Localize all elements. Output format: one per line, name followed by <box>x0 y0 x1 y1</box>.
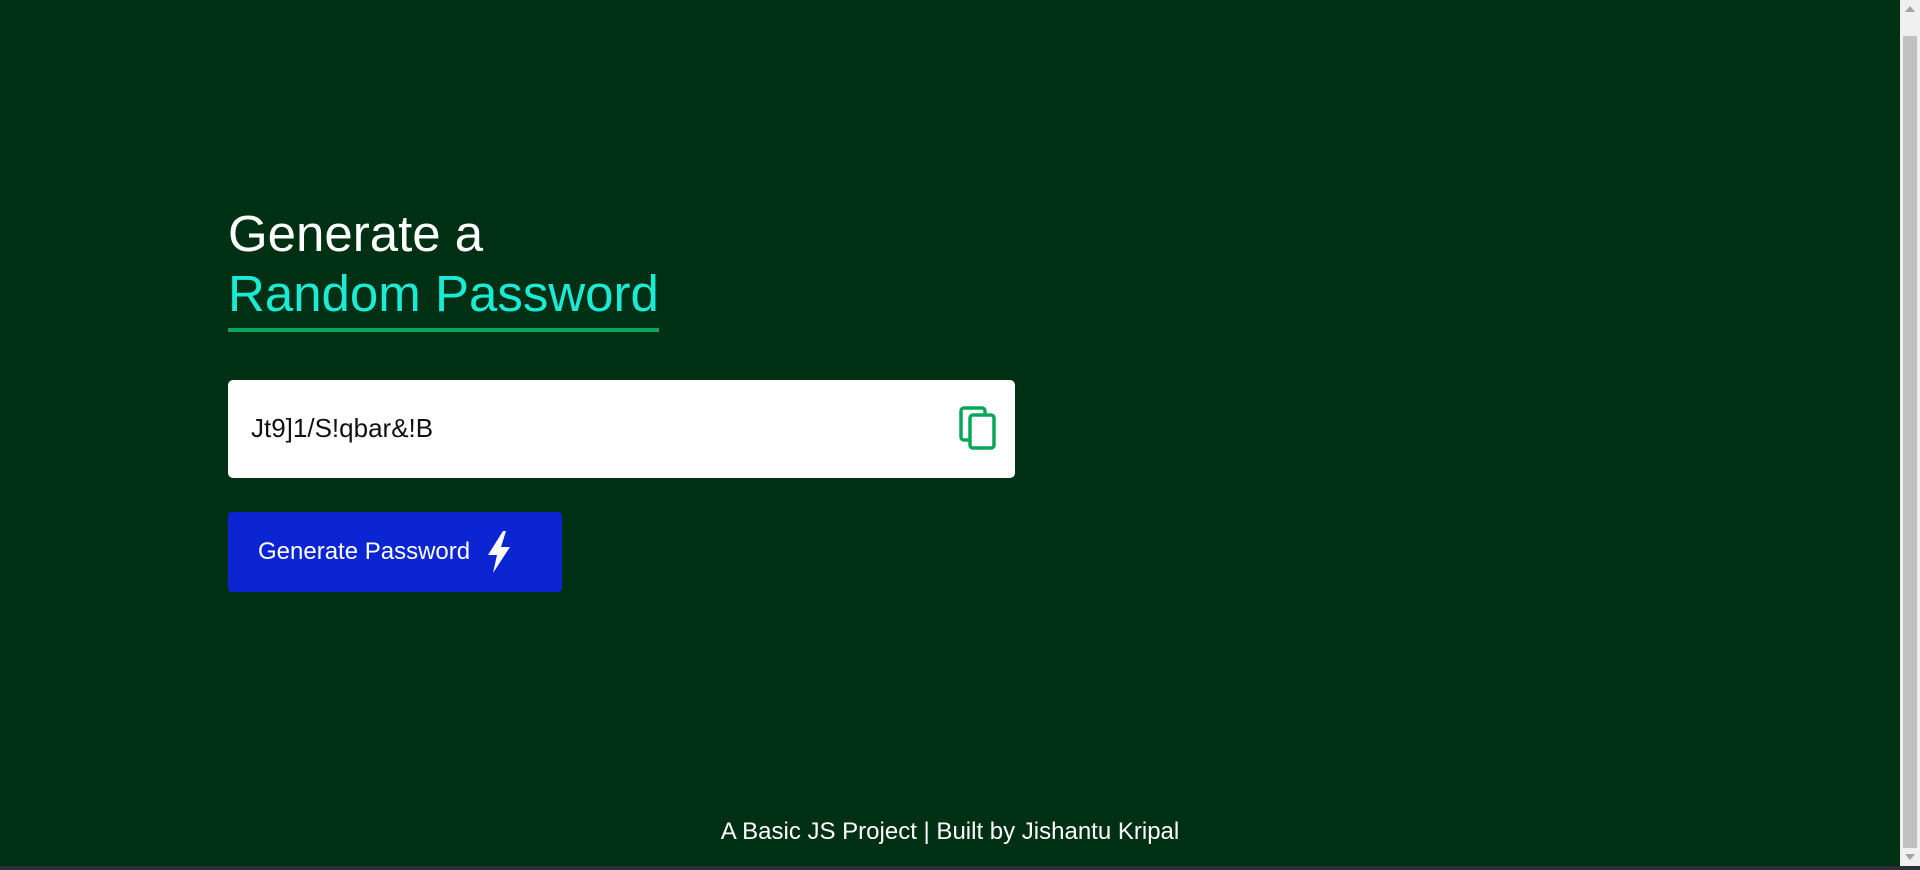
scroll-up-icon[interactable] <box>1905 6 1915 12</box>
page: Generate a Random Password Generate Pass… <box>0 0 1920 870</box>
password-output-field[interactable] <box>248 404 934 452</box>
generate-button-label: Generate Password <box>258 538 471 565</box>
scrollbar-thumb[interactable] <box>1903 36 1917 848</box>
footer-credit: A Basic JS Project | Built by Jishantu K… <box>720 818 1180 845</box>
page-title: Generate a Random Password <box>228 204 659 332</box>
copy-button[interactable] <box>957 405 999 451</box>
scroll-down-icon[interactable] <box>1905 854 1915 860</box>
copy-icon <box>959 406 996 450</box>
generate-password-button[interactable]: Generate Password <box>228 512 562 592</box>
vertical-scrollbar[interactable] <box>1900 0 1920 866</box>
title-line-1: Generate a <box>228 205 484 262</box>
window-bottom-edge <box>0 866 1920 870</box>
title-line-2-highlight: Random Password <box>228 264 659 332</box>
lightning-bolt-icon <box>488 531 511 573</box>
password-container <box>228 380 1015 478</box>
